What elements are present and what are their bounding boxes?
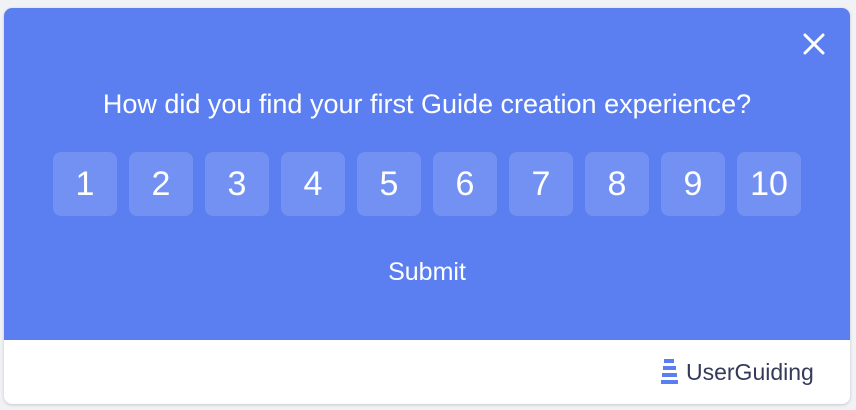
rating-option-10[interactable]: 10 xyxy=(737,152,801,216)
rating-option-1[interactable]: 1 xyxy=(53,152,117,216)
rating-option-2[interactable]: 2 xyxy=(129,152,193,216)
rating-option-4[interactable]: 4 xyxy=(281,152,345,216)
brand-name: UserGuiding xyxy=(686,359,814,385)
close-button[interactable] xyxy=(800,30,828,58)
close-icon xyxy=(803,33,825,55)
rating-scale: 1 2 3 4 5 6 7 8 9 10 xyxy=(53,152,801,216)
rating-option-3[interactable]: 3 xyxy=(205,152,269,216)
userguiding-logo-icon xyxy=(661,359,678,384)
rating-option-6[interactable]: 6 xyxy=(433,152,497,216)
survey-question: How did you find your first Guide creati… xyxy=(102,89,752,119)
rating-option-9[interactable]: 9 xyxy=(661,152,725,216)
rating-option-7[interactable]: 7 xyxy=(509,152,573,216)
survey-panel: How did you find your first Guide creati… xyxy=(4,8,850,340)
rating-option-5[interactable]: 5 xyxy=(357,152,421,216)
brand-footer: UserGuiding xyxy=(660,355,814,389)
rating-option-8[interactable]: 8 xyxy=(585,152,649,216)
submit-button[interactable]: Submit xyxy=(367,254,487,290)
survey-widget: How did you find your first Guide creati… xyxy=(4,8,850,404)
